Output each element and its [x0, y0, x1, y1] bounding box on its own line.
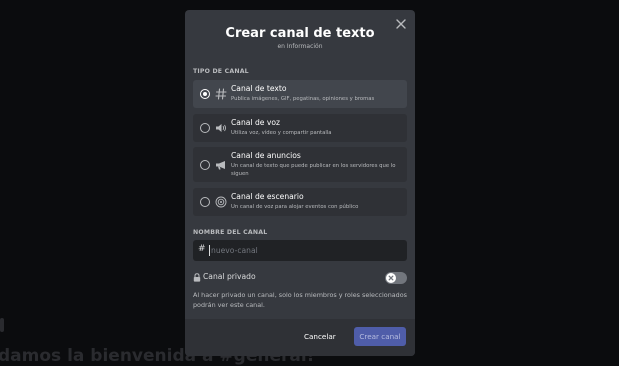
- hash-icon: [215, 88, 227, 100]
- radio-selected-icon[interactable]: [200, 89, 210, 99]
- speaker-icon: [215, 122, 227, 134]
- radio-unselected-icon[interactable]: [200, 123, 210, 133]
- option-description: Un canal de texto que puede publicar en …: [231, 163, 396, 178]
- channel-name-input[interactable]: # nuevo-canal: [193, 240, 407, 261]
- background-marker: [0, 318, 4, 332]
- channel-name-label: NOMBRE DEL CANAL: [193, 229, 268, 236]
- option-description: Utiliza voz, vídeo y compartir pantalla: [231, 130, 332, 136]
- private-channel-toggle[interactable]: [385, 272, 407, 284]
- lock-icon: [193, 273, 201, 282]
- channel-type-voice-option[interactable]: Canal de voz Utiliza voz, vídeo y compar…: [193, 114, 407, 142]
- toggle-off-x-icon: [386, 273, 396, 283]
- option-title: Canal de escenario: [231, 192, 304, 201]
- modal-subtitle: en Información: [277, 43, 323, 50]
- radio-unselected-icon[interactable]: [200, 160, 210, 170]
- hash-prefix-icon: #: [198, 244, 206, 254]
- option-description: Publica imágenes, GIF, pegatinas, opinio…: [231, 96, 375, 102]
- channel-type-announcements-option[interactable]: Canal de anuncios Un canal de texto que …: [193, 147, 407, 182]
- option-title: Canal de anuncios: [231, 151, 301, 160]
- create-channel-modal: Crear canal de texto en Información TIPO…: [185, 10, 415, 356]
- create-channel-button[interactable]: Crear canal: [354, 327, 406, 346]
- modal-title: Crear canal de texto: [225, 26, 375, 41]
- option-description: Un canal de voz para alojar eventos con …: [231, 204, 359, 210]
- channel-type-label: TIPO DE CANAL: [193, 68, 249, 75]
- channel-type-stage-option[interactable]: Canal de escenario Un canal de voz para …: [193, 188, 407, 216]
- private-channel-label: Canal privado: [203, 272, 256, 281]
- megaphone-icon: [215, 159, 227, 171]
- option-title: Canal de texto: [231, 84, 287, 93]
- channel-type-text-option[interactable]: Canal de texto Publica imágenes, GIF, pe…: [193, 80, 407, 108]
- channel-name-placeholder: nuevo-canal: [211, 246, 258, 255]
- radio-unselected-icon[interactable]: [200, 197, 210, 207]
- option-title: Canal de voz: [231, 118, 280, 127]
- modal-footer: Cancelar Crear canal: [185, 319, 415, 356]
- private-channel-row: Canal privado: [193, 271, 407, 285]
- cancel-button[interactable]: Cancelar: [304, 332, 336, 341]
- text-caret: [209, 245, 210, 256]
- private-channel-description: Al hacer privado un canal, solo los miem…: [193, 291, 407, 309]
- stage-icon: [215, 196, 227, 208]
